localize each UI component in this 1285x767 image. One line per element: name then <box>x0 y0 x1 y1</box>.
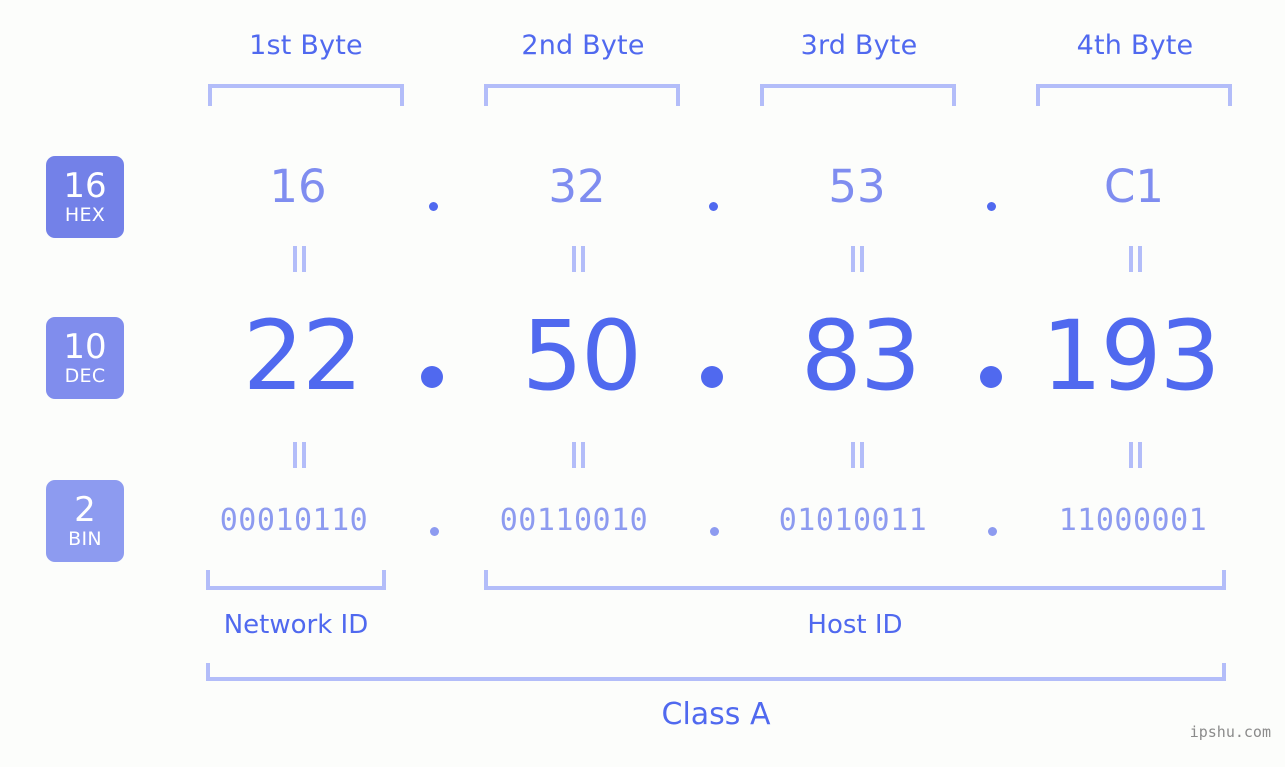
byte-header-2: 2nd Byte <box>521 30 645 61</box>
byte-header-1: 1st Byte <box>249 30 363 61</box>
byte-bracket-1 <box>208 84 404 106</box>
class-label: Class A <box>661 697 771 732</box>
bin-octet-4: 11000001 <box>1058 503 1208 538</box>
ip-address-diagram: 1st Byte 2nd Byte 3rd Byte 4th Byte 16 H… <box>0 0 1285 767</box>
bin-octet-3: 01010011 <box>778 503 928 538</box>
equals-mark-hex-dec-3 <box>851 246 865 272</box>
bin-octet-2: 00110010 <box>499 503 649 538</box>
equals-mark-dec-bin-2 <box>572 442 586 468</box>
class-bracket <box>206 663 1226 681</box>
dec-row: 22 50 83 193 <box>0 300 1285 430</box>
dec-octet-4: 193 <box>1041 300 1220 412</box>
bin-separator-2 <box>710 527 719 536</box>
dec-octet-1: 22 <box>242 300 363 412</box>
hex-separator-3 <box>987 202 996 211</box>
equals-mark-dec-bin-1 <box>293 442 307 468</box>
network-id-bracket <box>206 570 386 590</box>
byte-bracket-4 <box>1036 84 1232 106</box>
equals-mark-dec-bin-4 <box>1129 442 1143 468</box>
hex-octet-2: 32 <box>548 160 606 213</box>
byte-bracket-2 <box>484 84 680 106</box>
dec-octet-2: 50 <box>521 300 642 412</box>
watermark: ipshu.com <box>1189 723 1271 741</box>
hex-octet-3: 53 <box>828 160 886 213</box>
byte-header-4: 4th Byte <box>1076 30 1194 61</box>
host-id-label: Host ID <box>807 610 903 640</box>
bin-row: 00010110 00110010 01010011 11000001 <box>0 503 1285 547</box>
dec-separator-3 <box>980 366 1002 388</box>
equals-mark-hex-dec-4 <box>1129 246 1143 272</box>
dec-separator-2 <box>701 366 723 388</box>
hex-octet-1: 16 <box>269 160 327 213</box>
bin-octet-1: 00010110 <box>219 503 369 538</box>
byte-bracket-3 <box>760 84 956 106</box>
hex-octet-4: C1 <box>1103 160 1165 213</box>
dec-separator-1 <box>421 366 443 388</box>
hex-separator-2 <box>709 202 718 211</box>
host-id-bracket <box>484 570 1226 590</box>
equals-mark-hex-dec-2 <box>572 246 586 272</box>
dec-octet-3: 83 <box>800 300 921 412</box>
equals-mark-dec-bin-3 <box>851 442 865 468</box>
hex-row: 16 32 53 C1 <box>0 160 1285 232</box>
bin-separator-3 <box>988 527 997 536</box>
network-id-label: Network ID <box>223 610 369 640</box>
bin-separator-1 <box>430 527 439 536</box>
byte-header-3: 3rd Byte <box>800 30 918 61</box>
equals-mark-hex-dec-1 <box>293 246 307 272</box>
hex-separator-1 <box>429 202 438 211</box>
